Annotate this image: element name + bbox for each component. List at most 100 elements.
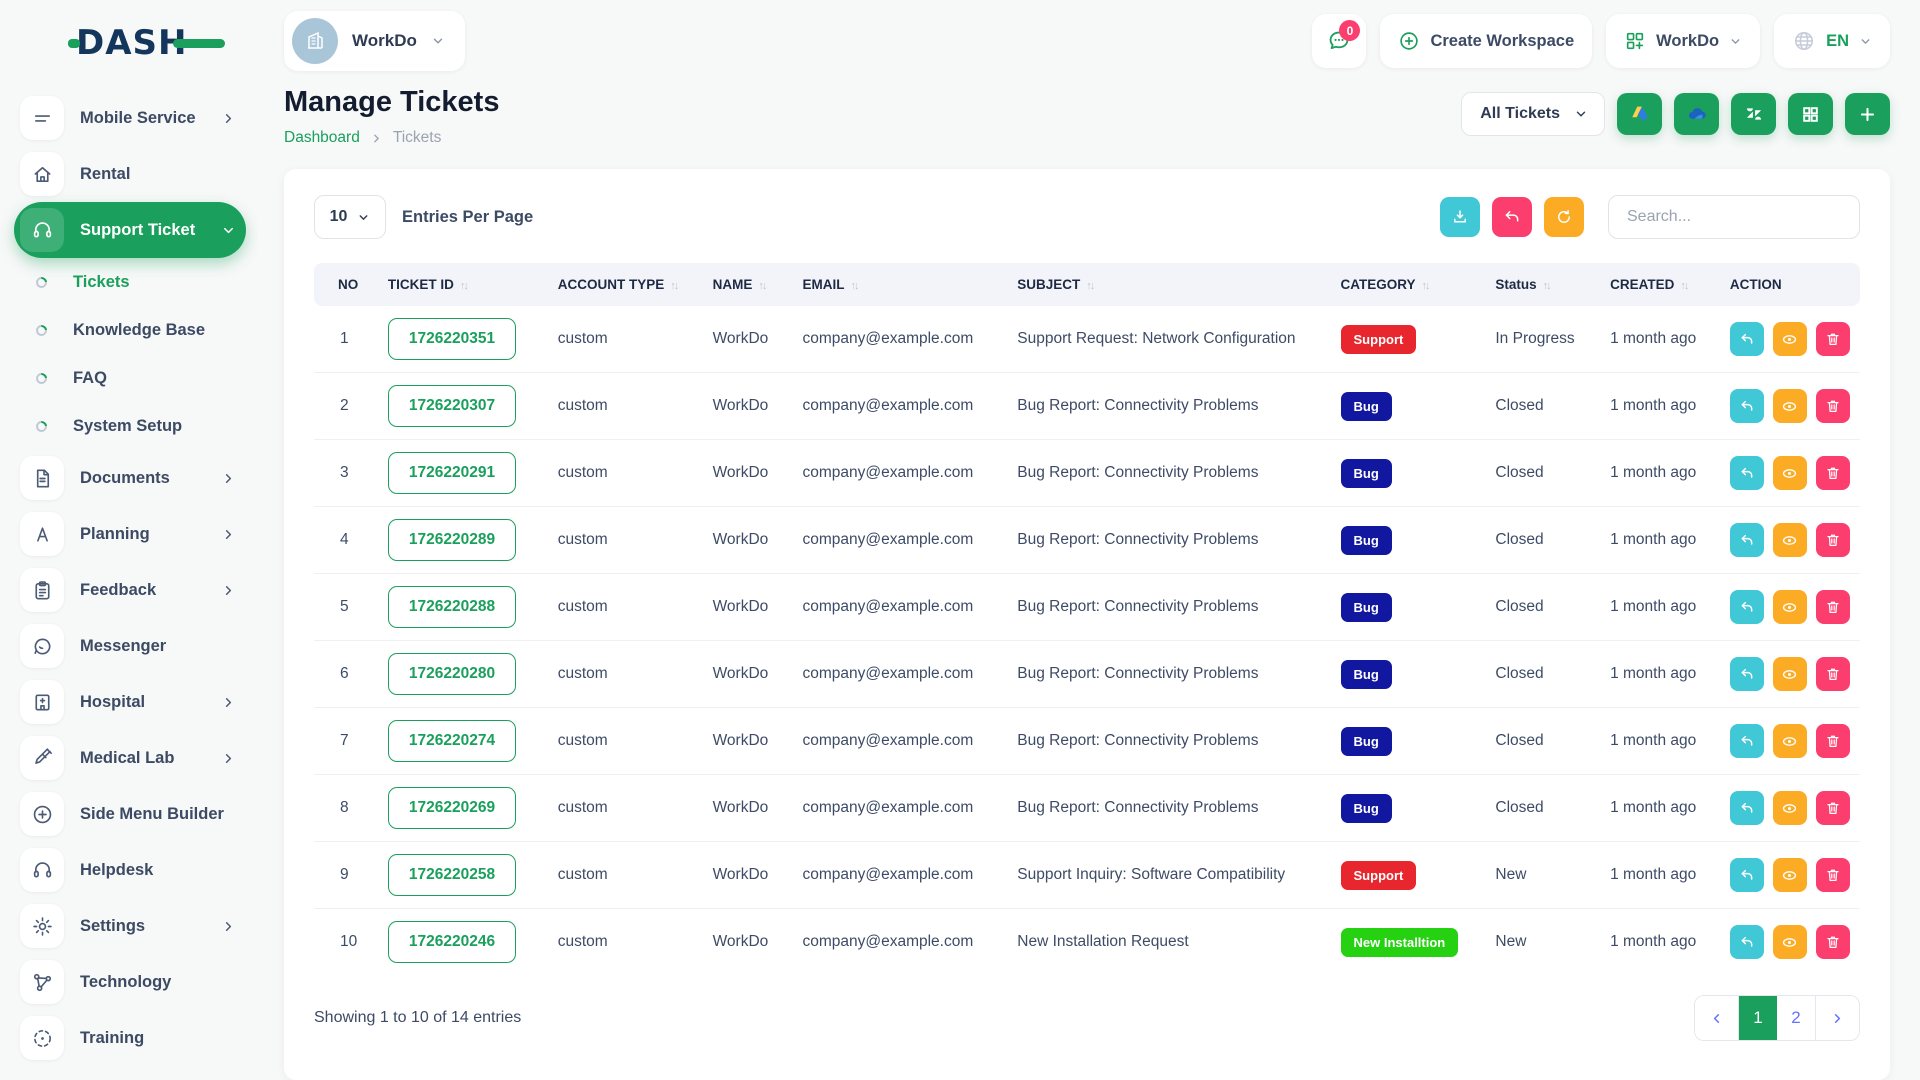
sort-icon[interactable]: ↑↓	[1086, 280, 1093, 292]
reply-button[interactable]	[1730, 724, 1764, 758]
sort-icon[interactable]: ↑↓	[850, 280, 857, 292]
pagination-prev-button[interactable]	[1695, 996, 1739, 1040]
view-button[interactable]	[1773, 925, 1807, 959]
ticket-id-button[interactable]: 1726220288	[388, 586, 516, 628]
reply-button[interactable]	[1730, 389, 1764, 423]
language-selector[interactable]: EN	[1774, 14, 1890, 68]
reply-button[interactable]	[1730, 657, 1764, 691]
sidebar-item-training[interactable]: Training	[14, 1010, 246, 1066]
ticket-id-button[interactable]: 1726220274	[388, 720, 516, 762]
cell-ticket-id: 1726220288	[378, 574, 548, 641]
view-button[interactable]	[1773, 590, 1807, 624]
reply-button[interactable]	[1730, 791, 1764, 825]
pagination-page-2[interactable]: 2	[1777, 996, 1815, 1040]
view-button[interactable]	[1773, 322, 1807, 356]
cell-created: 1 month ago	[1600, 909, 1720, 976]
delete-button[interactable]	[1816, 858, 1850, 892]
ticket-id-button[interactable]: 1726220307	[388, 385, 516, 427]
column-header-category[interactable]: CATEGORY↑↓	[1331, 263, 1486, 306]
view-button[interactable]	[1773, 657, 1807, 691]
reply-button[interactable]	[1730, 858, 1764, 892]
entries-per-page-select[interactable]: 10	[314, 195, 386, 239]
reply-button[interactable]	[1730, 590, 1764, 624]
column-header-account-type[interactable]: ACCOUNT TYPE↑↓	[548, 263, 703, 306]
view-button[interactable]	[1773, 456, 1807, 490]
delete-button[interactable]	[1816, 657, 1850, 691]
sort-icon[interactable]: ↑↓	[1422, 280, 1429, 292]
sidebar-item-rental[interactable]: Rental	[14, 146, 246, 202]
eye-icon	[1781, 331, 1798, 348]
create-workspace-button[interactable]: Create Workspace	[1380, 14, 1592, 68]
view-button[interactable]	[1773, 858, 1807, 892]
sidebar-item-support-ticket[interactable]: Support Ticket	[14, 202, 246, 258]
reply-button[interactable]	[1730, 925, 1764, 959]
export-button[interactable]	[1440, 197, 1480, 237]
reply-button[interactable]	[1730, 322, 1764, 356]
google-drive-button[interactable]	[1617, 93, 1662, 135]
delete-button[interactable]	[1816, 389, 1850, 423]
sidebar-item-documents[interactable]: Documents	[14, 450, 246, 506]
column-header-name[interactable]: NAME↑↓	[703, 263, 793, 306]
add-ticket-button[interactable]	[1845, 93, 1890, 135]
search-input[interactable]	[1608, 195, 1860, 239]
workspace-selector[interactable]: WorkDo	[284, 11, 465, 71]
sort-icon[interactable]: ↑↓	[460, 280, 467, 292]
onedrive-button[interactable]	[1674, 93, 1719, 135]
delete-button[interactable]	[1816, 590, 1850, 624]
reply-button[interactable]	[1730, 456, 1764, 490]
sidebar-subitem-system-setup[interactable]: System Setup	[14, 402, 246, 450]
column-header-email[interactable]: EMAIL↑↓	[792, 263, 1007, 306]
delete-button[interactable]	[1816, 322, 1850, 356]
sidebar-item-medical-lab[interactable]: Medical Lab	[14, 730, 246, 786]
sidebar-item-mobile-service[interactable]: Mobile Service	[14, 90, 246, 146]
refresh-button[interactable]	[1544, 197, 1584, 237]
view-button[interactable]	[1773, 791, 1807, 825]
sidebar-item-feedback[interactable]: Feedback	[14, 562, 246, 618]
reply-button[interactable]	[1730, 523, 1764, 557]
ticket-id-button[interactable]: 1726220280	[388, 653, 516, 695]
brand-logo[interactable]: DASH	[0, 0, 258, 86]
sort-icon[interactable]: ↑↓	[758, 280, 765, 292]
ticket-id-button[interactable]: 1726220246	[388, 921, 516, 963]
ticket-id-button[interactable]: 1726220289	[388, 519, 516, 561]
sidebar-item-settings[interactable]: Settings	[14, 898, 246, 954]
delete-button[interactable]	[1816, 523, 1850, 557]
sidebar-subitem-tickets[interactable]: Tickets	[14, 258, 246, 306]
pagination-page-1[interactable]: 1	[1739, 996, 1777, 1040]
sidebar-subitem-knowledge-base[interactable]: Knowledge Base	[14, 306, 246, 354]
view-button[interactable]	[1773, 724, 1807, 758]
messages-button[interactable]: 0	[1312, 14, 1366, 68]
delete-button[interactable]	[1816, 456, 1850, 490]
pagination-next-button[interactable]	[1815, 996, 1859, 1040]
sort-icon[interactable]: ↑↓	[670, 280, 677, 292]
back-button[interactable]	[1492, 197, 1532, 237]
ticket-id-button[interactable]: 1726220258	[388, 854, 516, 896]
column-header-subject[interactable]: SUBJECT↑↓	[1007, 263, 1330, 306]
eye-icon	[1781, 666, 1798, 683]
sidebar-subitem-faq[interactable]: FAQ	[14, 354, 246, 402]
workspace-menu-button[interactable]: WorkDo	[1606, 14, 1760, 68]
delete-button[interactable]	[1816, 925, 1850, 959]
ticket-id-button[interactable]: 1726220269	[388, 787, 516, 829]
breadcrumb-dashboard-link[interactable]: Dashboard	[284, 129, 360, 147]
sidebar-item-helpdesk[interactable]: Helpdesk	[14, 842, 246, 898]
grid-view-button[interactable]	[1788, 93, 1833, 135]
delete-button[interactable]	[1816, 791, 1850, 825]
sort-icon[interactable]: ↑↓	[1543, 280, 1550, 292]
view-button[interactable]	[1773, 389, 1807, 423]
sidebar-item-side-menu-builder[interactable]: Side Menu Builder	[14, 786, 246, 842]
zendesk-button[interactable]	[1731, 93, 1776, 135]
view-button[interactable]	[1773, 523, 1807, 557]
sidebar-item-planning[interactable]: Planning	[14, 506, 246, 562]
column-header-status[interactable]: Status↑↓	[1485, 263, 1600, 306]
column-header-created[interactable]: CREATED↑↓	[1600, 263, 1720, 306]
sidebar-item-hospital[interactable]: Hospital	[14, 674, 246, 730]
ticket-id-button[interactable]: 1726220351	[388, 318, 516, 360]
ticket-filter-dropdown[interactable]: All Tickets	[1461, 92, 1605, 136]
sidebar-item-technology[interactable]: Technology	[14, 954, 246, 1010]
ticket-id-button[interactable]: 1726220291	[388, 452, 516, 494]
sidebar-item-messenger[interactable]: Messenger	[14, 618, 246, 674]
sort-icon[interactable]: ↑↓	[1680, 280, 1687, 292]
column-header-ticket-id[interactable]: TICKET ID↑↓	[378, 263, 548, 306]
delete-button[interactable]	[1816, 724, 1850, 758]
